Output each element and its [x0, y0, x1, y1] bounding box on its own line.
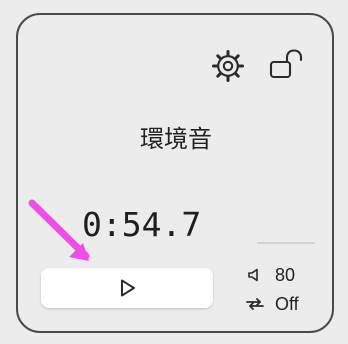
progress-track [257, 242, 315, 244]
widget-title: 環境音 [140, 125, 212, 153]
gear-icon [212, 50, 244, 82]
speaker-icon [243, 263, 267, 287]
unlocked-lock-icon [269, 49, 303, 79]
elapsed-time: 0:54.7 [82, 205, 202, 244]
repeat-status: Off [275, 294, 299, 314]
play-icon [121, 279, 135, 297]
settings-button[interactable] [210, 48, 246, 84]
volume-control[interactable]: 80 [243, 263, 323, 287]
play-button[interactable] [41, 268, 213, 308]
app-screen: 環境音 0:54.7 80 Off [0, 0, 348, 344]
repeat-icon [243, 292, 267, 316]
repeat-control[interactable]: Off [243, 292, 323, 316]
volume-value: 80 [275, 265, 296, 285]
lock-button[interactable] [266, 46, 306, 86]
